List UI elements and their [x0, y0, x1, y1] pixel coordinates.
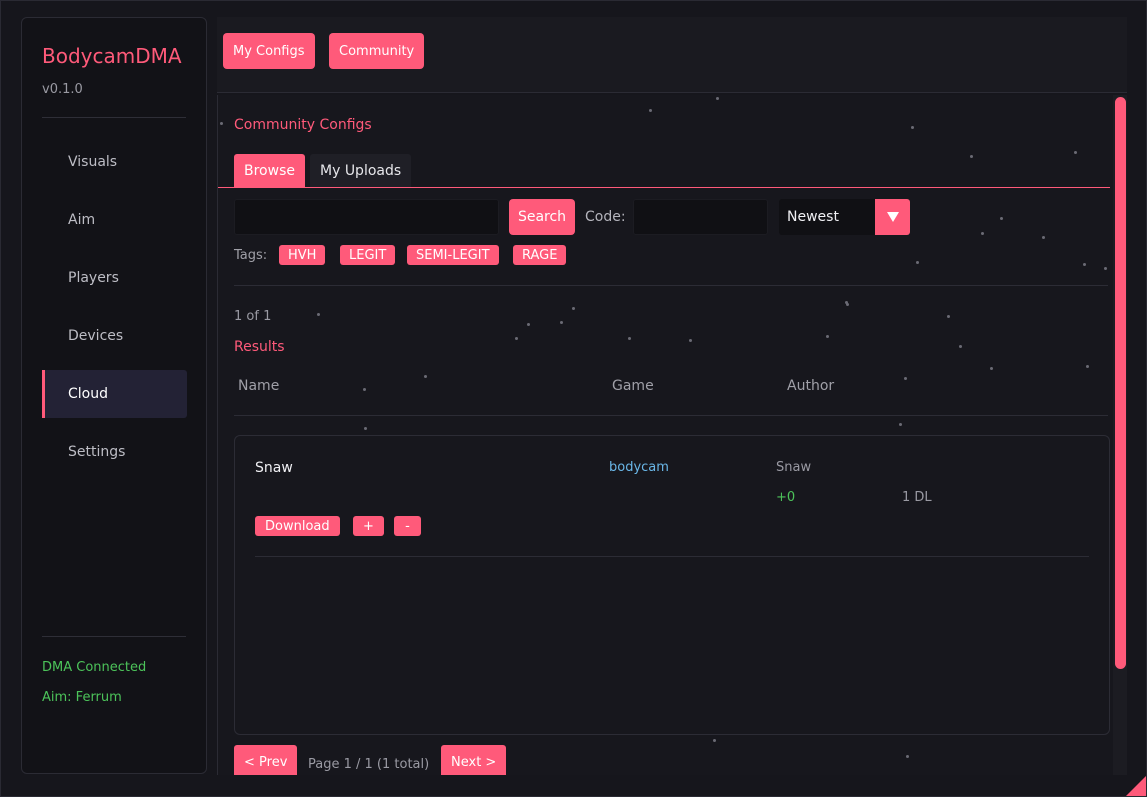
scrollbar-thumb[interactable] — [1115, 97, 1126, 669]
particle-dot — [364, 427, 367, 430]
tab-label: Browse — [244, 163, 295, 179]
upvote-button[interactable]: + — [353, 516, 384, 536]
sort-selected-value: Newest — [787, 209, 839, 225]
search-button[interactable]: Search — [509, 199, 575, 235]
column-header-author: Author — [787, 378, 835, 394]
particle-dot — [713, 739, 716, 742]
particle-dot — [1083, 263, 1086, 266]
particle-dot — [560, 321, 563, 324]
particle-dot — [826, 335, 829, 338]
dma-status: DMA Connected — [42, 660, 147, 675]
particle-dot — [1000, 217, 1003, 220]
sidebar-item-label: Cloud — [68, 386, 108, 402]
particle-dot — [424, 375, 427, 378]
download-button[interactable]: Download — [255, 516, 340, 536]
community-configs-title: Community Configs — [234, 117, 372, 133]
prev-page-button[interactable]: < Prev — [234, 745, 298, 775]
particle-dot — [628, 337, 631, 340]
chevron-down-icon[interactable] — [875, 199, 910, 235]
particle-dot — [899, 423, 902, 426]
particle-dot — [947, 315, 950, 318]
tag-legit-button[interactable]: LEGIT — [340, 245, 396, 265]
particle-dot — [649, 109, 652, 112]
sidebar-item-label: Visuals — [68, 154, 118, 170]
particle-dot — [904, 377, 907, 380]
aim-status: Aim: Ferrum — [42, 690, 122, 705]
community-button[interactable]: Community — [329, 33, 425, 69]
resize-grip[interactable] — [1126, 776, 1146, 796]
tab-label: My Uploads — [320, 163, 402, 179]
config-game[interactable]: bodycam — [609, 460, 669, 475]
scrollbar-track[interactable] — [1113, 95, 1127, 775]
particle-dot — [515, 337, 518, 340]
particle-dot — [363, 388, 366, 391]
results-title: Results — [234, 339, 285, 355]
sidebar-item-cloud[interactable]: Cloud — [42, 370, 187, 418]
results-list: Snaw bodycam Snaw +0 1 DL Download + - — [234, 435, 1110, 735]
config-votes: +0 — [776, 490, 796, 505]
sidebar-item-devices[interactable]: Devices — [42, 312, 187, 360]
tags-label: Tags: — [234, 248, 268, 263]
column-header-name: Name — [238, 378, 280, 394]
row-divider — [255, 556, 1089, 557]
config-name: Snaw — [255, 460, 293, 476]
tab-underline — [218, 187, 1110, 188]
tag-hvh-button[interactable]: HVH — [279, 245, 326, 265]
header-divider — [234, 415, 1108, 416]
column-header-game: Game — [612, 378, 654, 394]
code-label: Code: — [585, 209, 626, 225]
particle-dot — [220, 122, 223, 125]
particle-dot — [527, 323, 530, 326]
sidebar-nav: Visuals Aim Players Devices Cloud Settin… — [42, 138, 187, 486]
code-input[interactable] — [633, 199, 768, 235]
community-panel: Community Configs Browse My Uploads Sear… — [217, 95, 1127, 775]
tag-rage-button[interactable]: RAGE — [513, 245, 567, 265]
next-page-button[interactable]: Next > — [441, 745, 507, 775]
app-window: BodycamDMA v0.1.0 Visuals Aim Players De… — [0, 0, 1147, 797]
particle-dot — [716, 97, 719, 100]
sidebar-item-label: Aim — [68, 212, 96, 228]
my-configs-button[interactable]: My Configs — [223, 33, 315, 69]
particle-dot — [689, 339, 692, 342]
sidebar-item-label: Settings — [68, 444, 126, 460]
sidebar-item-players[interactable]: Players — [42, 254, 187, 302]
sidebar-item-settings[interactable]: Settings — [42, 428, 187, 476]
particle-dot — [846, 303, 849, 306]
sort-select[interactable]: Newest — [779, 199, 910, 235]
sidebar-item-label: Devices — [68, 328, 124, 344]
sidebar-item-visuals[interactable]: Visuals — [42, 138, 187, 186]
downvote-button[interactable]: - — [394, 516, 421, 536]
particle-dot — [1074, 151, 1077, 154]
particle-dot — [572, 307, 575, 310]
version-label: v0.1.0 — [42, 82, 83, 97]
particle-dot — [317, 313, 320, 316]
tab-my-uploads[interactable]: My Uploads — [310, 154, 412, 188]
sidebar-item-label: Players — [68, 270, 119, 286]
particle-dot — [990, 367, 993, 370]
result-count: 1 of 1 — [234, 309, 272, 324]
top-bar: My Configs Community — [217, 17, 1127, 93]
sidebar: BodycamDMA v0.1.0 Visuals Aim Players De… — [21, 17, 207, 774]
page-info: Page 1 / 1 (1 total) — [308, 757, 430, 772]
sidebar-divider-bottom — [42, 636, 186, 637]
particle-dot — [906, 755, 909, 758]
brand-title: BodycamDMA — [42, 44, 182, 68]
particle-dot — [959, 345, 962, 348]
search-input[interactable] — [234, 199, 499, 235]
particle-dot — [916, 261, 919, 264]
particle-dot — [970, 155, 973, 158]
particle-dot — [1104, 267, 1107, 270]
sidebar-divider-top — [42, 117, 186, 118]
sidebar-item-aim[interactable]: Aim — [42, 196, 187, 244]
particle-dot — [911, 126, 914, 129]
particle-dot — [1086, 365, 1089, 368]
config-author: Snaw — [776, 460, 812, 475]
filters-divider — [234, 285, 1108, 286]
config-downloads: 1 DL — [902, 490, 932, 505]
particle-dot — [1042, 236, 1045, 239]
tab-browse[interactable]: Browse — [234, 154, 305, 188]
tag-semi-legit-button[interactable]: SEMI-LEGIT — [407, 245, 499, 265]
particle-dot — [981, 232, 984, 235]
